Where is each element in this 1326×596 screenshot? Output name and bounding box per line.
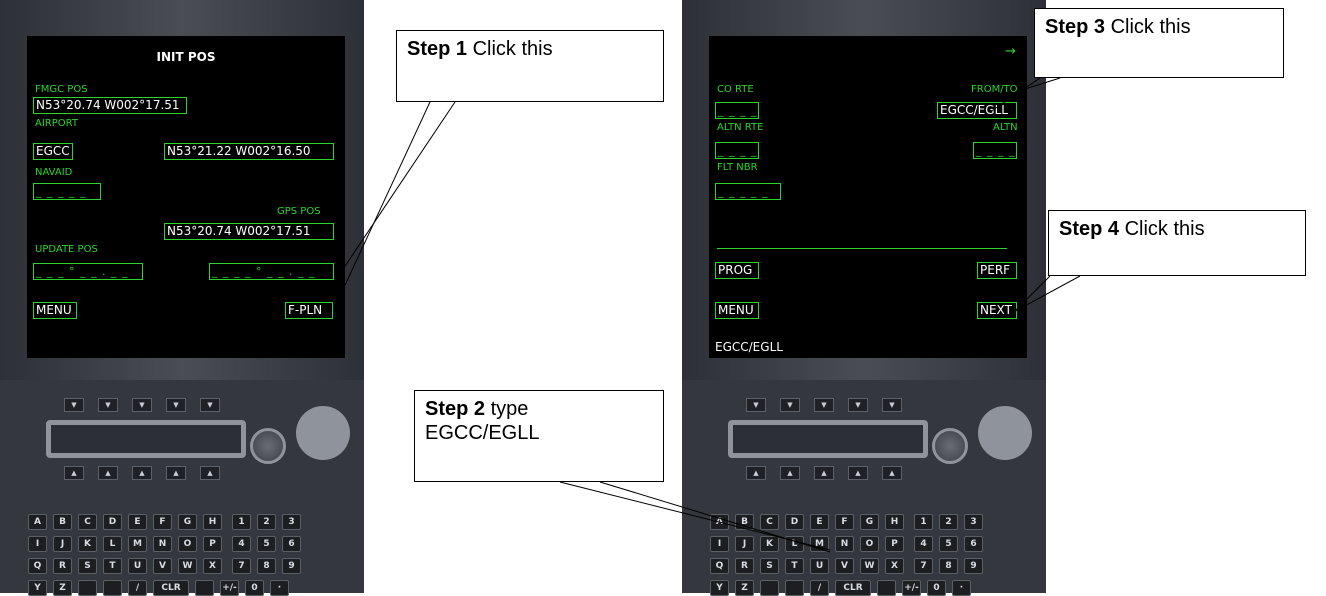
step1-callout: Step 1 Click this <box>396 30 664 102</box>
step4-callout: Step 4 Click this <box>1048 210 1306 276</box>
step3-callout: Step 3 Click this <box>1034 8 1284 78</box>
step4-text: Click this <box>1119 218 1205 240</box>
step2-pointer-b <box>599 481 831 553</box>
step3-label: Step 3 <box>1045 16 1106 38</box>
step3-pointer-b <box>989 77 1061 101</box>
step2-callout: Step 2 type EGCC/EGLL <box>414 390 664 482</box>
step3-text: Click this <box>1105 16 1191 38</box>
step3-pointer <box>989 77 1041 113</box>
step1-label: Step 1 <box>407 38 468 60</box>
step2-value: EGCC/EGLL <box>425 422 540 444</box>
step4-label: Step 4 <box>1059 218 1120 240</box>
step1-text: Click this <box>467 38 553 60</box>
step2-text: type <box>485 398 529 420</box>
step1-pointer-b <box>324 101 456 297</box>
step1-pointer <box>339 101 431 297</box>
step2-label: Step 2 <box>425 398 486 420</box>
